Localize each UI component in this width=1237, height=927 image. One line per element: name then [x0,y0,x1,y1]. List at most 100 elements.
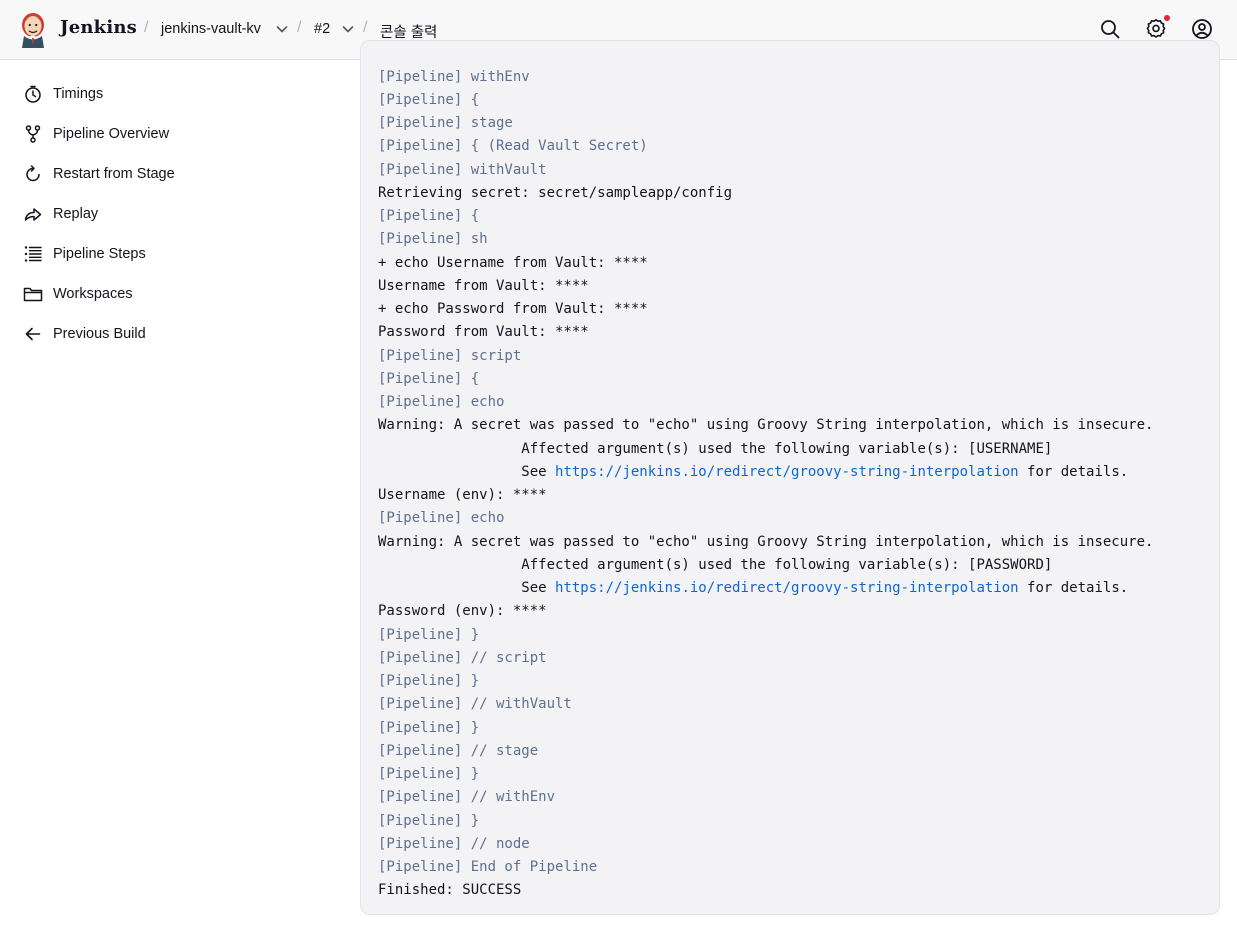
pipeline-step-line: [Pipeline] // stage [378,740,1153,763]
sidebar-item-restart-from-stage[interactable]: Restart from Stage [23,162,343,186]
folder-icon [23,287,43,302]
pipeline-step-line: [Pipeline] } [378,624,1153,647]
console-output-line: Retrieving secret: secret/sampleapp/conf… [378,182,1153,205]
console-text: [Pipeline] } [378,719,480,736]
console-text: [Pipeline] echo [378,394,505,410]
stopwatch-icon [25,85,41,103]
pipeline-step-line: [Pipeline] sh [378,228,1153,251]
console-text: Finished: SUCCESS [378,882,522,899]
sidebar-item-pipeline-overview[interactable]: Pipeline Overview [23,122,343,146]
console-output-line: Password from Vault: **** [378,321,1153,344]
console-output-line: + echo Password from Vault: **** [378,298,1153,321]
breadcrumb-build[interactable]: #2 [314,21,330,37]
pipeline-step-line: [Pipeline] echo [378,391,1153,414]
console-text: [Pipeline] // withEnv [378,789,556,806]
console-text: [Pipeline] { [378,370,480,387]
chevron-down-icon[interactable] [341,22,355,36]
console-text: for details. [1018,463,1129,480]
breadcrumb-separator: / [144,19,149,36]
pipeline-step-line: [Pipeline] stage [378,112,1153,135]
console-text: [Pipeline] stage [378,115,513,131]
console-text: [Pipeline] // node [378,835,530,852]
branch-icon [25,125,41,143]
console-output-line: Warning: A secret was passed to "echo" u… [378,531,1153,554]
console-text: [Pipeline] } [378,673,480,689]
pipeline-step-line: [Pipeline] withVault [378,159,1153,182]
breadcrumb-console-output[interactable]: 콘솔 출력 [380,21,437,42]
console-text: [Pipeline] // script [378,649,547,666]
sidebar-item-previous-build[interactable]: Previous Build [23,322,343,346]
console-output-line: Username from Vault: **** [378,275,1153,298]
console-output-line: See https://jenkins.io/redirect/groovy-s… [378,577,1153,600]
console-text: Warning: A secret was passed to "echo" u… [378,417,1154,434]
console-text: [Pipeline] } [378,766,480,782]
console-text: [Pipeline] // stage [378,742,539,759]
sidebar-item-pipeline-steps[interactable]: Pipeline Steps [23,242,343,266]
pipeline-step-line: [Pipeline] { [378,205,1153,228]
console-text: [Pipeline] // withVault [378,696,572,713]
console-output-line: Warning: A secret was passed to "echo" u… [378,414,1153,437]
sidebar-item-label: Pipeline Overview [53,126,170,142]
sidebar-item-timings[interactable]: Timings [23,82,343,106]
pipeline-step-line: [Pipeline] script [378,345,1153,368]
console-text: Password from Vault: **** [378,324,589,341]
pipeline-step-line: [Pipeline] { (Read Vault Secret) [378,135,1153,158]
steps-list-icon [24,246,42,262]
console-text: [Pipeline] } [378,626,480,643]
brand-name[interactable]: Jenkins [60,17,137,38]
console-text: for details. [1018,580,1129,596]
sidebar-item-label: Pipeline Steps [53,246,146,262]
console-output-line: Affected argument(s) used the following … [378,438,1153,461]
console-output-line: Finished: SUCCESS [378,879,1153,902]
breadcrumb-job[interactable]: jenkins-vault-kv [161,21,261,37]
console-log: [Pipeline] withEnv [Pipeline] { [Pipeline]… [378,66,1153,903]
console-text: [Pipeline] { [378,91,480,108]
console-text: See [378,580,556,596]
sidebar-item-label: Restart from Stage [53,166,175,182]
chevron-down-icon[interactable] [275,22,289,36]
console-text: Warning: A secret was passed to "echo" u… [378,533,1154,550]
console-text: Affected argument(s) used the following … [378,440,1053,457]
console-text: [Pipeline] } [378,812,480,829]
pipeline-step-line: [Pipeline] // script [378,647,1153,670]
console-text: [Pipeline] script [378,347,522,364]
user-icon[interactable] [1190,17,1214,41]
notification-dot [1164,15,1170,21]
pipeline-step-line: [Pipeline] } [378,810,1153,833]
console-text: [Pipeline] withVault [378,161,547,178]
pipeline-step-line: [Pipeline] // withEnv [378,786,1153,809]
console-text: + echo Password from Vault: **** [378,301,648,317]
console-output-line: + echo Username from Vault: **** [378,252,1153,275]
sidebar-item-label: Workspaces [53,286,133,302]
pipeline-step-line: [Pipeline] } [378,763,1153,786]
console-output-panel: [Pipeline] withEnv [Pipeline] { [Pipeline]… [360,40,1220,915]
console-text: See [378,463,556,480]
pipeline-step-line: [Pipeline] { [378,368,1153,391]
search-icon[interactable] [1098,17,1122,41]
replay-icon [24,208,42,221]
pipeline-step-line: [Pipeline] } [378,717,1153,740]
jenkins-logo-icon[interactable] [18,10,48,48]
sidebar-item-label: Previous Build [53,326,146,342]
pipeline-step-line: [Pipeline] withEnv [378,66,1153,89]
sidebar-item-label: Timings [53,86,104,102]
console-text: [Pipeline] End of Pipeline [378,859,598,875]
restart-icon [26,165,40,182]
sidebar-item-replay[interactable]: Replay [23,202,343,226]
console-link[interactable]: https://jenkins.io/redirect/groovy-strin… [555,464,1019,480]
pipeline-step-line: [Pipeline] { [378,89,1153,112]
console-output-line: Username (env): **** [378,484,1153,507]
console-text: [Pipeline] echo [378,510,505,527]
pipeline-step-line: [Pipeline] // withVault [378,693,1153,716]
console-text: Retrieving secret: secret/sampleapp/conf… [378,184,733,201]
console-text: [Pipeline] { [378,208,480,224]
pipeline-step-line: [Pipeline] // node [378,833,1153,856]
console-text: [Pipeline] withEnv [378,68,530,85]
console-text: Username (env): **** [378,487,547,503]
settings-icon[interactable] [1144,17,1168,41]
console-output-line: Affected argument(s) used the following … [378,554,1153,577]
sidebar-item-workspaces[interactable]: Workspaces [23,282,343,306]
console-output-line: See https://jenkins.io/redirect/groovy-s… [378,461,1153,484]
console-text: Affected argument(s) used the following … [378,556,1053,573]
console-link[interactable]: https://jenkins.io/redirect/groovy-strin… [555,580,1019,596]
